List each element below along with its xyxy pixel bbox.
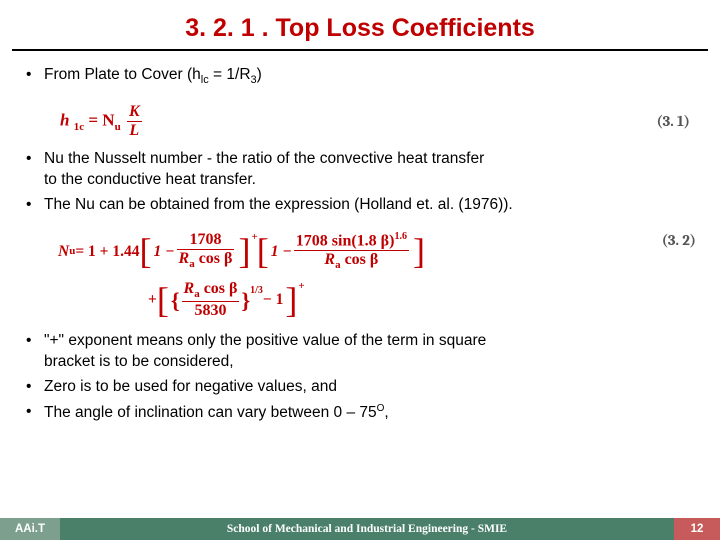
equation-3-1: h 1c = Nu KL (3. 1) <box>20 98 700 149</box>
bullet-group-1: From Plate to Cover (hlc = 1/R3) <box>20 65 700 88</box>
footer-left: AAi.T <box>0 518 60 540</box>
eq1-formula: h 1c = Nu KL <box>60 104 144 139</box>
bullet-group-3: "+" exponent means only the positive val… <box>20 331 700 424</box>
eq2-line1: Nu = 1 + 1.44 [ 1 − 1708Ra cos β ] + [ 1… <box>58 232 425 272</box>
footer-page-number: 12 <box>674 518 720 540</box>
bullet-nusselt-def: Nu the Nusselt number - the ratio of the… <box>20 149 700 191</box>
slide-title: 3. 2. 1 . Top Loss Coefficients <box>0 0 720 49</box>
bullet-zero-negative: Zero is to be used for negative values, … <box>20 377 700 398</box>
title-divider <box>12 49 708 51</box>
bullet-plate-to-cover: From Plate to Cover (hlc = 1/R3) <box>20 65 700 88</box>
bullet-group-2: Nu the Nusselt number - the ratio of the… <box>20 149 700 216</box>
slide-body: From Plate to Cover (hlc = 1/R3) h 1c = … <box>0 65 720 424</box>
eq2-line2: + [ { Ra cos β5830 }1/3 − 1 ] + <box>148 281 425 319</box>
bullet-angle-range: The angle of inclination can vary betwee… <box>20 402 700 424</box>
eq1-number: (3. 1) <box>657 111 690 131</box>
bullet-plus-exponent-cont: bracket is to be considered, <box>44 352 700 373</box>
equation-3-2: Nu = 1 + 1.44 [ 1 − 1708Ra cos β ] + [ 1… <box>20 226 700 328</box>
bullet-holland-ref: The Nu can be obtained from the expressi… <box>20 195 700 216</box>
bullet-nusselt-def-cont: to the conductive heat transfer. <box>44 170 700 191</box>
footer-center: School of Mechanical and Industrial Engi… <box>60 518 674 540</box>
bullet-plus-exponent: "+" exponent means only the positive val… <box>20 331 700 373</box>
slide-footer: AAi.T School of Mechanical and Industria… <box>0 518 720 540</box>
eq2-number: (3. 2) <box>662 232 696 320</box>
